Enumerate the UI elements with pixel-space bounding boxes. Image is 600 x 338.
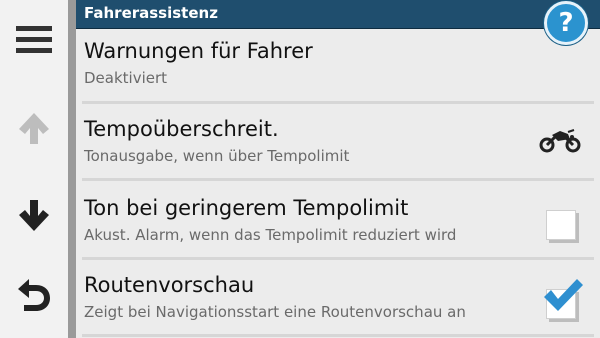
back-arrow-icon — [18, 279, 50, 311]
row-divider — [82, 178, 594, 181]
setting-row-speeding[interactable]: Tempoüberschreit. Tonausgabe, wenn über … — [76, 105, 600, 179]
setting-title: Ton bei geringerem Tempolimit — [84, 196, 409, 220]
setting-title: Tempoüberschreit. — [84, 117, 279, 141]
lower-speed-limit-checkbox[interactable] — [546, 210, 576, 240]
sidebar — [0, 0, 68, 338]
arrow-up-icon — [19, 113, 49, 144]
setting-subtitle: Akust. Alarm, wenn das Tempolimit reduzi… — [84, 226, 457, 244]
hamburger-menu-icon — [16, 26, 52, 53]
setting-row-driver-warnings[interactable]: Warnungen für Fahrer Deaktiviert — [76, 29, 600, 103]
back-button[interactable] — [0, 266, 68, 326]
arrow-down-icon — [19, 200, 49, 231]
scroll-down-button[interactable] — [0, 186, 68, 246]
setting-title: Warnungen für Fahrer — [84, 39, 313, 63]
sidebar-divider — [68, 0, 76, 338]
menu-button[interactable] — [0, 10, 68, 70]
setting-title: Routenvorschau — [84, 273, 255, 297]
setting-row-lower-speed-limit-tone[interactable]: Ton bei geringerem Tempolimit Akust. Ala… — [76, 182, 600, 256]
row-divider — [82, 101, 594, 104]
row-divider — [82, 334, 594, 337]
header-bar: Fahrerassistenz — [76, 0, 600, 29]
motorcycle-icon — [539, 129, 581, 153]
scroll-up-button[interactable] — [0, 98, 68, 158]
checkmark-icon — [544, 279, 583, 311]
setting-row-route-preview[interactable]: Routenvorschau Zeigt bei Navigationsstar… — [76, 261, 600, 338]
setting-subtitle: Deaktiviert — [84, 69, 168, 87]
row-divider — [82, 257, 594, 260]
setting-subtitle: Tonausgabe, wenn über Tempolimit — [84, 147, 350, 165]
page-title: Fahrerassistenz — [84, 4, 218, 22]
settings-panel: Fahrerassistenz ? Warnungen für Fahrer D… — [76, 0, 600, 338]
setting-subtitle: Zeigt bei Navigationsstart eine Routenvo… — [84, 303, 466, 321]
